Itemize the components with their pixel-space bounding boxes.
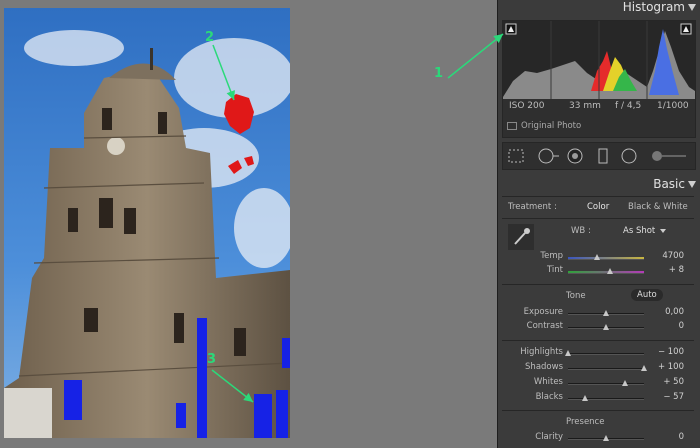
highlights-value[interactable]: − 100 — [658, 347, 684, 357]
original-photo-label: Original Photo — [521, 121, 582, 131]
red-eye-icon[interactable] — [567, 148, 583, 164]
exposure-value[interactable]: 0,00 — [665, 307, 684, 317]
clarity-slider-row: Clarity 0 — [498, 432, 700, 446]
presence-row: Presence — [498, 417, 700, 431]
tone-label: Tone — [566, 291, 586, 301]
whites-slider[interactable] — [568, 380, 644, 386]
exposure-slider[interactable] — [568, 310, 644, 316]
presence-label: Presence — [566, 417, 605, 427]
develop-right-panel: Histogram ISO 200 33 mm f / 4,5 1/1000 O… — [497, 0, 700, 448]
tint-value[interactable]: + 8 — [669, 265, 684, 275]
crop-overlay-icon[interactable] — [508, 149, 524, 163]
tint-slider-row: Tint + 8 — [498, 265, 700, 279]
whites-slider-row: Whites + 50 — [498, 377, 700, 391]
temp-value[interactable]: 4700 — [662, 251, 684, 261]
clarity-slider-thumb[interactable] — [603, 435, 609, 441]
shadows-label: Shadows — [525, 362, 563, 372]
treatment-color-option[interactable]: Color — [587, 202, 609, 212]
basic-header[interactable]: Basic — [498, 177, 700, 193]
auto-tone-button[interactable]: Auto — [631, 289, 663, 301]
temp-slider-thumb[interactable] — [593, 254, 600, 260]
spot-removal-icon[interactable] — [538, 148, 559, 164]
divider — [502, 218, 694, 219]
highlights-slider-row: Highlights − 100 — [498, 347, 700, 361]
tool-icons — [508, 148, 686, 164]
temp-slider-row: Temp 4700 — [498, 251, 700, 265]
histogram-section: ISO 200 33 mm f / 4,5 1/1000 Original Ph… — [502, 20, 696, 138]
contrast-slider-thumb[interactable] — [603, 324, 609, 330]
focal-length: 33 mm — [569, 101, 601, 111]
basic-title: Basic — [653, 177, 685, 191]
adjustment-brush-icon[interactable] — [652, 151, 686, 161]
clarity-label: Clarity — [535, 432, 563, 442]
divider — [502, 410, 694, 411]
tint-slider[interactable] — [568, 268, 644, 274]
blacks-value[interactable]: − 57 — [663, 392, 684, 402]
divider — [502, 284, 694, 285]
image-canvas — [0, 0, 497, 448]
aperture: f / 4,5 — [615, 101, 642, 111]
tint-label: Tint — [546, 265, 563, 275]
histogram-title: Histogram — [622, 0, 685, 14]
highlights-slider-thumb[interactable] — [565, 350, 571, 356]
cathedral-photo — [4, 8, 290, 438]
blacks-slider-thumb[interactable] — [581, 395, 588, 401]
contrast-slider[interactable] — [568, 324, 644, 330]
contrast-label: Contrast — [526, 321, 563, 331]
tone-row: Tone Auto — [498, 289, 700, 305]
clarity-slider[interactable] — [568, 435, 644, 441]
highlights-label: Highlights — [520, 347, 563, 357]
histogram-header[interactable]: Histogram — [498, 0, 700, 16]
treatment-bw-option[interactable]: Black & White — [628, 202, 688, 212]
exposure-label: Exposure — [523, 307, 563, 317]
clarity-value[interactable]: 0 — [679, 432, 684, 442]
whites-label: Whites — [533, 377, 563, 387]
highlights-slider[interactable] — [565, 350, 644, 356]
shadows-slider-row: Shadows + 100 — [498, 362, 700, 376]
checkbox-icon — [507, 121, 517, 130]
contrast-slider-row: Contrast 0 — [498, 321, 700, 335]
treatment-label: Treatment : — [508, 202, 557, 212]
wb-dropdown-arrow-icon — [660, 229, 666, 233]
wb-label: WB : — [571, 226, 591, 236]
shadows-value[interactable]: + 100 — [658, 362, 684, 372]
wb-dropdown[interactable]: As Shot — [623, 226, 655, 236]
radial-filter-icon[interactable] — [621, 148, 637, 164]
shutter-speed: 1/1000 — [657, 101, 689, 111]
shadows-slider-thumb[interactable] — [641, 365, 647, 371]
exposure-slider-thumb[interactable] — [603, 310, 609, 316]
histogram-graph[interactable] — [503, 21, 695, 99]
blacks-label: Blacks — [535, 392, 563, 402]
wb-row: WB : As Shot — [498, 226, 700, 240]
temp-slider[interactable] — [568, 254, 644, 260]
photo-preview[interactable] — [4, 8, 290, 438]
collapse-triangle-icon[interactable] — [688, 4, 696, 11]
treatment-row: Treatment : Color Black & White — [498, 202, 700, 216]
basic-collapse-triangle-icon[interactable] — [688, 181, 696, 188]
divider — [502, 196, 694, 197]
original-photo-toggle[interactable]: Original Photo — [507, 121, 581, 131]
whites-value[interactable]: + 50 — [663, 377, 684, 387]
contrast-value[interactable]: 0 — [679, 321, 684, 331]
blacks-slider-row: Blacks − 57 — [498, 392, 700, 406]
whites-slider-thumb[interactable] — [622, 380, 628, 386]
blacks-slider[interactable] — [568, 395, 644, 401]
temp-label: Temp — [540, 251, 563, 261]
iso-value: ISO 200 — [509, 101, 545, 111]
graduated-filter-icon[interactable] — [598, 148, 608, 164]
exposure-slider-row: Exposure 0,00 — [498, 307, 700, 321]
shadows-slider[interactable] — [568, 365, 647, 371]
divider — [502, 340, 694, 341]
tint-slider-thumb[interactable] — [606, 268, 613, 274]
